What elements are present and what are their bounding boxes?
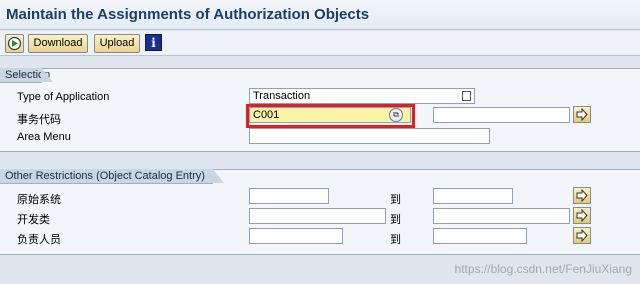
- development-class-to-input[interactable]: [433, 208, 570, 224]
- execute-icon: [7, 36, 22, 51]
- original-system-from-input[interactable]: [249, 188, 329, 204]
- value-help-icon[interactable]: ⧉: [389, 108, 403, 122]
- person-responsible-multiple-selection-button[interactable]: [573, 227, 591, 244]
- transaction-code-label: 事务代码: [17, 114, 61, 126]
- person-responsible-label: 负责人员: [17, 234, 61, 246]
- original-system-label: 原始系统: [17, 194, 61, 206]
- to-label: 到: [390, 234, 401, 246]
- transaction-code-multiple-selection-button[interactable]: [573, 106, 591, 123]
- area-menu-label: Area Menu: [17, 131, 71, 143]
- execute-button[interactable]: [5, 34, 24, 53]
- person-responsible-to-input[interactable]: [433, 228, 527, 244]
- arrow-right-icon: [576, 107, 588, 122]
- dropdown-icon[interactable]: [462, 91, 471, 101]
- type-of-application-dropdown[interactable]: Transaction: [249, 88, 475, 104]
- transaction-code-value: C001: [253, 109, 280, 121]
- to-label: 到: [390, 214, 401, 226]
- selection-panel-title: Selection: [0, 67, 53, 83]
- development-class-label: 开发类: [17, 214, 50, 226]
- development-class-from-input[interactable]: [249, 208, 386, 224]
- info-button[interactable]: i: [145, 34, 162, 51]
- person-responsible-from-input[interactable]: [249, 228, 343, 244]
- development-class-multiple-selection-button[interactable]: [573, 207, 591, 224]
- transaction-code-to-input[interactable]: [433, 107, 570, 123]
- download-button[interactable]: Download: [28, 34, 88, 53]
- area-menu-input[interactable]: [249, 128, 490, 144]
- transaction-code-from-input[interactable]: C001: [249, 107, 411, 123]
- original-system-multiple-selection-button[interactable]: [573, 187, 591, 204]
- watermark: https://blog.csdn.net/FenJiuXiang: [454, 262, 632, 276]
- arrow-right-icon: [576, 188, 588, 203]
- original-system-to-input[interactable]: [433, 188, 513, 204]
- type-of-application-label: Type of Application: [17, 91, 110, 103]
- upload-button[interactable]: Upload: [94, 34, 140, 53]
- arrow-right-icon: [576, 208, 588, 223]
- type-of-application-value: Transaction: [253, 90, 311, 102]
- info-icon: i: [151, 36, 156, 50]
- arrow-right-icon: [576, 228, 588, 243]
- to-label: 到: [390, 194, 401, 206]
- page-title: Maintain the Assignments of Authorizatio…: [6, 6, 370, 23]
- other-restrictions-panel-title: Other Restrictions (Object Catalog Entry…: [0, 168, 224, 184]
